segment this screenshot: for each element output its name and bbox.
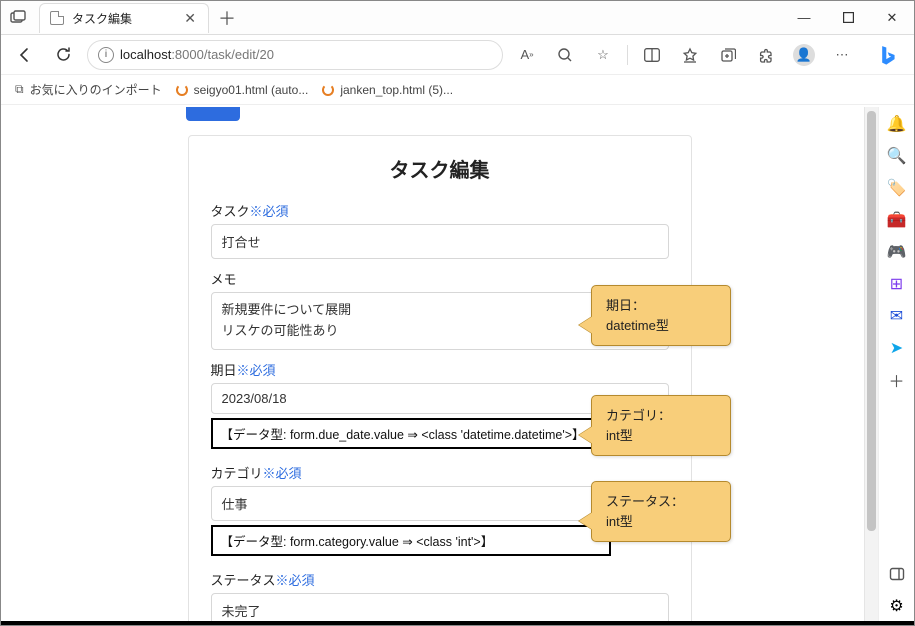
- bottom-edge: [1, 621, 914, 625]
- task-edit-form: タスク編集 タスク※必須 打合せ メモ 新規要件について展開 リスケの可能性あり…: [188, 135, 692, 625]
- rail-notifications-icon[interactable]: 🔔: [886, 113, 908, 135]
- collections-icon[interactable]: [714, 41, 742, 69]
- site-info-icon[interactable]: i: [98, 47, 114, 63]
- favorite-icon[interactable]: ☆: [589, 41, 617, 69]
- read-aloud-icon[interactable]: A»: [513, 41, 541, 69]
- tab-title: タスク編集: [72, 10, 174, 27]
- rail-outlook-icon[interactable]: ✉: [886, 305, 908, 327]
- category-label: カテゴリ※必須: [211, 463, 669, 482]
- status-label: ステータス※必須: [211, 570, 669, 589]
- bookmark-janken[interactable]: janken_top.html (5)...: [322, 83, 453, 97]
- bookmark-seigyo[interactable]: seigyo01.html (auto...: [176, 83, 309, 97]
- rail-shopping-icon[interactable]: 🏷️: [886, 177, 908, 199]
- bookmark-import[interactable]: ⧉ お気に入りのインポート: [15, 81, 162, 98]
- bing-sidebar-button[interactable]: [870, 38, 904, 72]
- html-file-icon: [322, 84, 334, 96]
- url-text: localhost:8000/task/edit/20: [120, 47, 274, 62]
- window-maximize-button[interactable]: [826, 2, 870, 34]
- import-favorites-icon: ⧉: [15, 82, 24, 97]
- rail-settings-icon[interactable]: ⚙: [886, 595, 908, 617]
- search-icon[interactable]: [551, 41, 579, 69]
- task-input[interactable]: 打合せ: [211, 224, 669, 259]
- window-minimize-button[interactable]: —: [782, 2, 826, 34]
- task-label: タスク※必須: [211, 201, 669, 220]
- category-type-debug: 【データ型: form.category.value ⇒ <class 'int…: [211, 525, 611, 556]
- favorites-hub-icon[interactable]: [676, 41, 704, 69]
- callout-status: ステータス： int型: [591, 481, 731, 542]
- page-icon: [50, 11, 64, 25]
- rail-games-icon[interactable]: 🎮: [886, 241, 908, 263]
- date-type-debug: 【データ型: form.due_date.value ⇒ <class 'dat…: [211, 418, 611, 449]
- more-menu-button[interactable]: ⋯: [828, 41, 856, 69]
- new-tab-button[interactable]: ＋: [215, 5, 239, 31]
- tabs-overview-button[interactable]: [1, 10, 35, 26]
- tab-close-button[interactable]: ✕: [182, 10, 198, 27]
- edge-sidebar: 🔔 🔍 🏷️ 🧰 🎮 ⊞ ✉ ➤ ＋ ⚙: [878, 107, 914, 625]
- browser-tab[interactable]: タスク編集 ✕: [39, 3, 209, 33]
- profile-button[interactable]: 👤: [790, 41, 818, 69]
- address-bar[interactable]: i localhost:8000/task/edit/20: [87, 40, 503, 70]
- rail-tools-icon[interactable]: 🧰: [886, 209, 908, 231]
- html-file-icon: [176, 84, 188, 96]
- date-label: 期日※必須: [211, 360, 669, 379]
- rail-collapse-icon[interactable]: [886, 563, 908, 585]
- extensions-icon[interactable]: [752, 41, 780, 69]
- rail-add-icon[interactable]: ＋: [886, 369, 908, 391]
- rail-send-icon[interactable]: ➤: [886, 337, 908, 359]
- split-screen-icon[interactable]: [638, 41, 666, 69]
- back-button[interactable]: [11, 41, 39, 69]
- refresh-button[interactable]: [49, 41, 77, 69]
- rail-search-icon[interactable]: 🔍: [886, 145, 908, 167]
- callout-category: カテゴリ： int型: [591, 395, 731, 456]
- window-close-button[interactable]: ✕: [870, 2, 914, 34]
- divider: [627, 45, 628, 65]
- partial-button-stub: [186, 107, 240, 121]
- rail-office-icon[interactable]: ⊞: [886, 273, 908, 295]
- page-title: タスク編集: [211, 154, 669, 183]
- callout-date: 期日： datetime型: [591, 285, 731, 346]
